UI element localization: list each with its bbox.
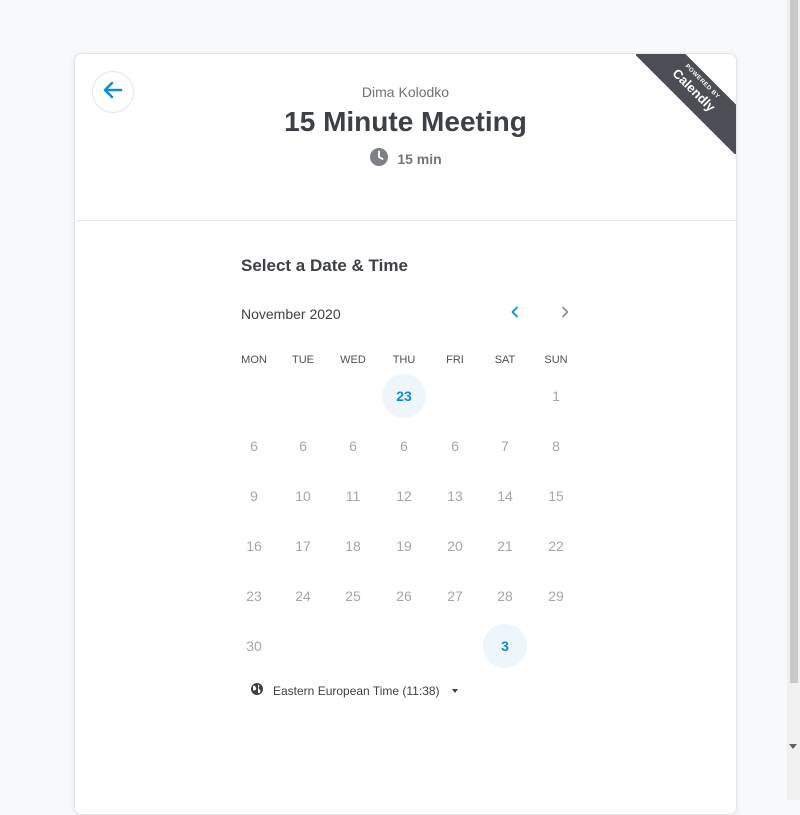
calendar-day: 20 xyxy=(447,538,463,554)
chevron-left-icon xyxy=(509,305,521,323)
header-divider xyxy=(75,220,736,221)
calendar-day: 13 xyxy=(447,488,463,504)
calendar-day: 9 xyxy=(250,488,258,504)
weekday-label: THU xyxy=(392,354,416,366)
available-day-button[interactable]: 3 xyxy=(483,624,527,668)
booking-card: Dima Kolodko 15 Minute Meeting 15 min PO… xyxy=(74,53,737,815)
calendar-day: 18 xyxy=(345,538,361,554)
scroll-down-arrow-icon[interactable] xyxy=(789,744,797,749)
calendly-ribbon[interactable]: POWERED BY Calendly xyxy=(636,54,736,154)
timezone-label: Eastern European Time (11:38) xyxy=(273,683,440,698)
month-label: November 2020 xyxy=(241,306,341,322)
calendar-day: 27 xyxy=(447,588,463,604)
weekday-label: MON xyxy=(241,354,267,366)
calendar-day: 6 xyxy=(400,438,408,454)
calendar-day: 1 xyxy=(552,388,560,404)
calendar-day: 24 xyxy=(295,588,311,604)
calendar-day: 6 xyxy=(299,438,307,454)
calendar-day: 25 xyxy=(345,588,361,604)
calendar-day: 15 xyxy=(548,488,564,504)
duration-label: 15 min xyxy=(397,150,442,167)
globe-icon xyxy=(250,682,264,699)
vertical-scrollbar[interactable] xyxy=(787,0,800,800)
calendar-day: 17 xyxy=(295,538,311,554)
calendar-day: 29 xyxy=(548,588,564,604)
calendar-day: 6 xyxy=(250,438,258,454)
calendar-day: 8 xyxy=(552,438,560,454)
calendar-day: 30 xyxy=(246,638,262,654)
calendar-day: 11 xyxy=(345,488,361,504)
clock-icon xyxy=(369,147,389,170)
calendar-day: 10 xyxy=(295,488,311,504)
weekday-label: SUN xyxy=(544,354,568,366)
calendar-day: 19 xyxy=(396,538,412,554)
calendar-day: 16 xyxy=(246,538,262,554)
available-day-button[interactable]: 23 xyxy=(382,374,426,418)
timezone-selector[interactable]: Eastern European Time (11:38) xyxy=(250,682,458,699)
calendar-day: 21 xyxy=(497,538,513,554)
weekday-label: TUE xyxy=(292,354,314,366)
calendar-day: 6 xyxy=(349,438,357,454)
calendar-day: 12 xyxy=(396,488,412,504)
calendar-day: 7 xyxy=(501,438,509,454)
weekday-label: WED xyxy=(340,354,366,366)
caret-down-icon xyxy=(451,688,458,693)
calendar-day: 23 xyxy=(246,588,262,604)
scrollbar-thumb[interactable] xyxy=(790,0,798,683)
calendar-day: 26 xyxy=(396,588,412,604)
calendar-day: 6 xyxy=(451,438,459,454)
calendar-day: 22 xyxy=(548,538,564,554)
powered-by-ribbon[interactable]: POWERED BY Calendly xyxy=(636,54,736,154)
calendar-day: 28 xyxy=(497,588,513,604)
weekday-label: SAT xyxy=(494,354,516,366)
calendar-day: 14 xyxy=(497,488,513,504)
chevron-right-icon xyxy=(559,305,571,323)
previous-month-button[interactable] xyxy=(503,302,527,326)
next-month-button[interactable] xyxy=(553,302,577,326)
weekday-label: FRI xyxy=(446,354,464,366)
section-title: Select a Date & Time xyxy=(241,256,408,275)
